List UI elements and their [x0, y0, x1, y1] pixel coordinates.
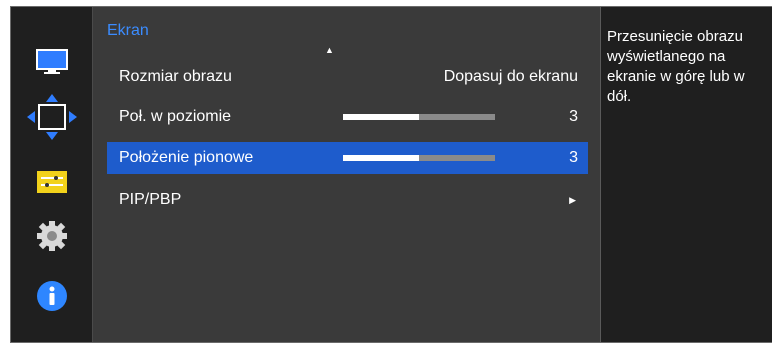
menu-panel: Ekran ▲ Rozmiar obrazu Dopasuj do ekranu… — [92, 7, 601, 342]
row-label: PIP/PBP — [119, 191, 182, 208]
chevron-right-icon: ▶ — [569, 194, 576, 205]
help-text: Przesunięcie obrazu wyświetlanego na ekr… — [607, 28, 745, 105]
gear-icon[interactable] — [33, 221, 71, 251]
menu-row-pip-pbp[interactable]: PIP/PBP ▶ — [107, 184, 588, 216]
category-rail — [11, 7, 92, 342]
help-panel: Przesunięcie obrazu wyświetlanego na ekr… — [601, 7, 772, 342]
row-label: Rozmiar obrazu — [119, 68, 232, 85]
row-value: Dopasuj do ekranu — [443, 68, 578, 85]
slider-fill — [343, 155, 419, 161]
settings-list-icon[interactable] — [33, 167, 71, 197]
move-arrows-icon[interactable] — [27, 94, 77, 140]
section-title: Ekran — [107, 22, 149, 39]
row-value: 3 — [569, 108, 578, 125]
h-position-slider[interactable] — [343, 114, 495, 120]
monitor-osd-menu: Ekran ▲ Rozmiar obrazu Dopasuj do ekranu… — [10, 6, 772, 343]
row-label: Położenie pionowe — [119, 149, 254, 166]
row-label: Poł. w poziomie — [119, 108, 232, 125]
scroll-up-icon: ▲ — [325, 45, 334, 55]
row-value: 3 — [569, 149, 578, 166]
monitor-icon[interactable] — [33, 47, 71, 77]
info-icon[interactable] — [33, 281, 71, 311]
v-position-slider[interactable] — [343, 155, 495, 161]
menu-row-h-position[interactable]: Poł. w poziomie 3 — [107, 101, 588, 133]
slider-fill — [343, 114, 419, 120]
menu-row-v-position[interactable]: Położenie pionowe 3 — [107, 142, 588, 174]
menu-row-picture-size[interactable]: Rozmiar obrazu Dopasuj do ekranu — [107, 61, 588, 93]
